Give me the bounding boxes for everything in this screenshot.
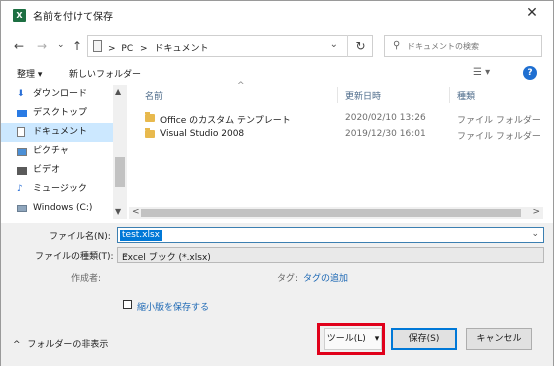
sidebar-item-label: ドキュメント xyxy=(33,127,88,137)
column-divider[interactable] xyxy=(449,87,450,103)
excel-icon: X xyxy=(13,9,26,22)
command-bar: 整理 ▾ 新しいフォルダー ☰ ▾ ? xyxy=(1,63,553,83)
sidebar-item-videos[interactable]: ビデオ xyxy=(17,161,117,180)
recent-locations-icon[interactable]: ⌄ xyxy=(57,40,65,50)
navigation-pane: ⬇ ダウンロード デスクトップ ドキュメント ピクチャ ビデオ ♪ ミュージック… xyxy=(1,85,127,219)
breadcrumb-pc[interactable]: PC xyxy=(121,44,133,54)
add-tag-link[interactable]: タグの追加 xyxy=(303,271,348,284)
navigation-bar: ← → ⌄ ↑ > PC > ドキュメント ⌄ ↻ ⚲ xyxy=(1,29,553,63)
search-icon: ⚲ xyxy=(393,40,401,51)
filetype-dropdown-icon[interactable]: ⌄ xyxy=(122,249,539,259)
filetype-select[interactable]: Excel ブック (*.xlsx) ⌄ xyxy=(117,247,544,263)
file-modified: 2020/02/10 13:26 xyxy=(345,113,426,123)
drive-icon xyxy=(17,205,27,212)
close-icon[interactable]: ✕ xyxy=(523,5,541,21)
breadcrumb-separator-icon: > xyxy=(108,44,116,54)
scrollbar-thumb[interactable] xyxy=(141,209,521,217)
file-modified: 2019/12/30 16:01 xyxy=(345,129,426,139)
scroll-left-icon[interactable]: < xyxy=(132,207,140,217)
sort-ascending-icon: ^ xyxy=(237,81,245,91)
navigation-scrollbar[interactable]: ▲ ▼ xyxy=(113,85,127,219)
scroll-right-icon[interactable]: > xyxy=(532,207,540,217)
breadcrumb-documents[interactable]: ドキュメント xyxy=(154,44,208,54)
column-header-name[interactable]: 名前 xyxy=(145,89,163,102)
highlight-box xyxy=(317,323,385,355)
sidebar-item-label: ビデオ xyxy=(33,165,61,175)
sidebar-item-label: Windows (C:) xyxy=(33,203,93,213)
save-thumbnail-checkbox[interactable] xyxy=(123,300,132,309)
sidebar-item-documents[interactable]: ドキュメント xyxy=(1,123,113,142)
scroll-down-icon[interactable]: ▼ xyxy=(115,207,121,216)
sidebar-item-drive-c[interactable]: Windows (C:) xyxy=(17,199,117,218)
sidebar-item-label: ピクチャ xyxy=(33,146,69,156)
hide-folders-label: フォルダーの非表示 xyxy=(27,340,109,350)
filetype-label: ファイルの種類(T): xyxy=(35,252,114,262)
author-label: 作成者: xyxy=(71,274,102,284)
forward-arrow-icon[interactable]: → xyxy=(37,39,47,53)
sidebar-item-label: ミュージック xyxy=(33,184,87,194)
filename-label: ファイル名(N): xyxy=(49,232,111,242)
search-box[interactable]: ⚲ xyxy=(384,35,542,57)
pc-icon xyxy=(93,40,102,52)
file-type: ファイル フォルダー xyxy=(457,116,541,126)
sidebar-item-pictures[interactable]: ピクチャ xyxy=(17,142,117,161)
pictures-icon xyxy=(17,148,27,156)
breadcrumb: > PC > ドキュメント xyxy=(108,41,208,54)
address-bar[interactable]: > PC > ドキュメント ⌄ xyxy=(87,35,373,57)
hide-folders-toggle[interactable]: ^ フォルダーの非表示 xyxy=(13,337,108,350)
refresh-icon[interactable]: ↻ xyxy=(347,35,373,57)
file-type: ファイル フォルダー xyxy=(457,132,541,142)
filename-field[interactable]: test.xlsx ⌄ xyxy=(117,227,544,243)
search-input[interactable] xyxy=(407,39,537,54)
sidebar-item-downloads[interactable]: ⬇ ダウンロード xyxy=(17,85,117,104)
list-item[interactable]: Visual Studio 2008 2019/12/30 16:01 ファイル… xyxy=(129,127,543,143)
address-dropdown-icon[interactable]: ⌄ xyxy=(330,39,338,50)
sidebar-item-desktop[interactable]: デスクトップ xyxy=(17,104,117,123)
documents-icon xyxy=(17,127,25,137)
up-arrow-icon[interactable]: ↑ xyxy=(72,39,82,53)
music-icon: ♪ xyxy=(17,184,23,194)
view-options-icon[interactable]: ☰ ▾ xyxy=(473,67,490,78)
filename-value[interactable]: test.xlsx xyxy=(120,230,162,241)
filename-dropdown-icon[interactable]: ⌄ xyxy=(531,229,539,239)
column-divider[interactable] xyxy=(337,87,338,103)
organize-button[interactable]: 整理 ▾ xyxy=(17,67,42,80)
help-icon[interactable]: ? xyxy=(523,66,537,80)
file-list-scrollbar[interactable]: < > xyxy=(129,207,543,219)
dialog-title: 名前を付けて保存 xyxy=(33,12,113,23)
desktop-icon xyxy=(17,110,27,117)
videos-icon xyxy=(17,167,27,175)
tags-label: タグ: xyxy=(277,274,299,284)
cancel-button[interactable]: キャンセル xyxy=(466,328,532,350)
scrollbar-thumb[interactable] xyxy=(115,157,125,187)
scroll-up-icon[interactable]: ▲ xyxy=(115,87,121,96)
file-name: Office のカスタム テンプレート xyxy=(160,116,291,126)
folder-icon xyxy=(145,128,155,138)
download-icon: ⬇ xyxy=(17,89,25,99)
folder-icon xyxy=(145,112,155,122)
file-name: Visual Studio 2008 xyxy=(160,129,245,139)
new-folder-button[interactable]: 新しいフォルダー xyxy=(69,67,141,80)
sidebar-item-label: デスクトップ xyxy=(33,108,88,118)
save-thumbnail-label[interactable]: 縮小版を保存する xyxy=(137,300,209,313)
sidebar-item-label: ダウンロード xyxy=(33,89,88,99)
list-item[interactable]: Office のカスタム テンプレート 2020/02/10 13:26 ファイ… xyxy=(129,111,543,127)
column-header-type[interactable]: 種類 xyxy=(457,89,475,102)
chevron-up-icon: ^ xyxy=(13,340,21,350)
back-arrow-icon[interactable]: ← xyxy=(14,39,24,53)
breadcrumb-separator-icon[interactable]: > xyxy=(140,44,148,54)
title-bar: X 名前を付けて保存 ✕ xyxy=(1,1,553,29)
save-button[interactable]: 保存(S) xyxy=(391,328,457,350)
file-list: 名前 ^ 更新日時 種類 Office のカスタム テンプレート 2020/02… xyxy=(129,81,543,207)
column-header-modified[interactable]: 更新日時 xyxy=(345,89,381,102)
save-as-dialog: X 名前を付けて保存 ✕ ← → ⌄ ↑ > PC > ドキュメント ⌄ ↻ ⚲… xyxy=(0,0,554,366)
sidebar-item-music[interactable]: ♪ ミュージック xyxy=(17,180,117,199)
